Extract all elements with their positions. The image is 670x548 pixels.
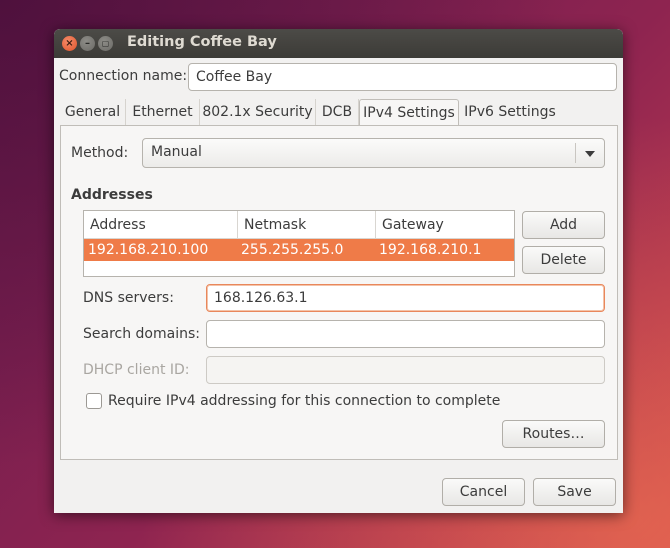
tab-dcb[interactable]: DCB [316, 99, 359, 126]
close-window-icon[interactable]: × [62, 36, 77, 51]
require-ipv4-label[interactable]: Require IPv4 addressing for this connect… [108, 393, 500, 409]
addresses-heading: Addresses [71, 187, 153, 203]
connection-name-input[interactable] [188, 63, 617, 91]
search-domains-input[interactable] [206, 320, 605, 348]
table-row[interactable]: 192.168.210.100 255.255.255.0 192.168.21… [84, 239, 514, 261]
window-title: Editing Coffee Bay [127, 34, 277, 50]
title-bar: × – ▢ Editing Coffee Bay [54, 29, 623, 58]
edit-connection-dialog: × – ▢ Editing Coffee Bay Connection name… [54, 29, 623, 513]
method-selected-value: Manual [151, 144, 202, 160]
tab-ethernet[interactable]: Ethernet [126, 99, 200, 126]
dropdown-separator [575, 143, 576, 163]
method-dropdown[interactable]: Manual [142, 138, 605, 168]
chevron-down-icon [585, 151, 595, 157]
add-address-button[interactable]: Add [522, 211, 605, 239]
dhcp-client-id-input [206, 356, 605, 384]
delete-address-button[interactable]: Delete [522, 246, 605, 274]
dhcp-client-id-label: DHCP client ID: [83, 362, 190, 378]
search-domains-label: Search domains: [83, 326, 200, 342]
gateway-cell: 192.168.210.1 [379, 242, 482, 258]
tab-8021x-security[interactable]: 802.1x Security [200, 99, 316, 126]
save-button[interactable]: Save [533, 478, 616, 506]
tab-general[interactable]: General [60, 99, 126, 126]
column-header-address[interactable]: Address [84, 211, 238, 239]
dns-servers-input[interactable] [206, 284, 605, 312]
cancel-button[interactable]: Cancel [442, 478, 525, 506]
column-header-netmask[interactable]: Netmask [238, 211, 376, 239]
dns-servers-label: DNS servers: [83, 290, 174, 306]
tab-ipv4-settings[interactable]: IPv4 Settings [359, 99, 459, 127]
method-label: Method: [71, 145, 129, 161]
column-header-gateway[interactable]: Gateway [376, 211, 514, 239]
connection-name-label: Connection name: [59, 68, 188, 84]
addresses-table[interactable]: Address Netmask Gateway 192.168.210.100 … [83, 210, 515, 277]
require-ipv4-checkbox[interactable] [86, 393, 102, 409]
routes-button[interactable]: Routes… [502, 420, 605, 448]
minimize-window-icon[interactable]: – [80, 36, 95, 51]
maximize-window-icon[interactable]: ▢ [98, 36, 113, 51]
netmask-cell: 255.255.255.0 [241, 242, 344, 258]
address-cell: 192.168.210.100 [88, 242, 209, 258]
tab-ipv6-settings[interactable]: IPv6 Settings [459, 99, 561, 126]
